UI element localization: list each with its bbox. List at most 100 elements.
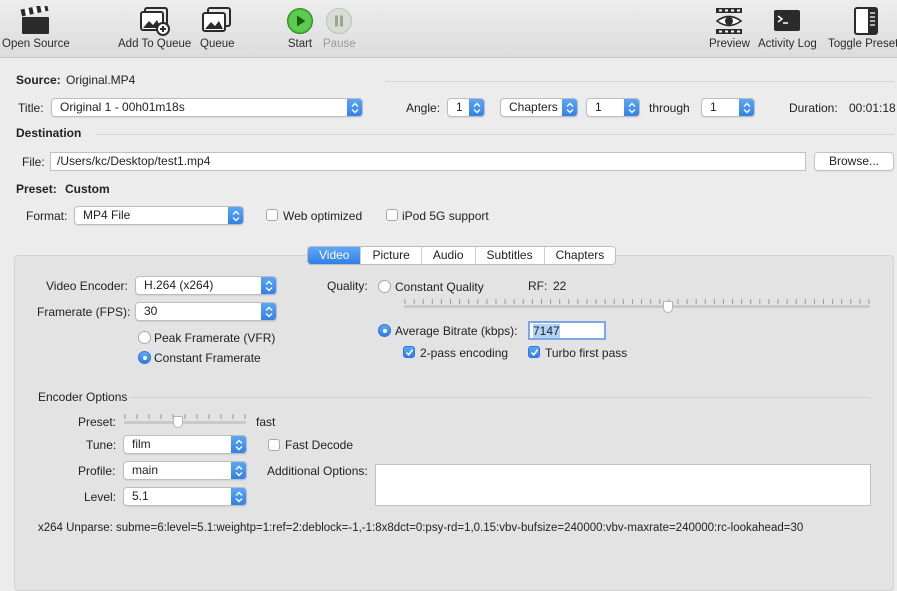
queue-label: Queue	[200, 38, 235, 50]
level-select[interactable]: 5.1	[123, 487, 247, 506]
terminal-icon	[772, 4, 802, 38]
format-label: Format:	[26, 209, 68, 223]
rf-slider[interactable]	[404, 305, 870, 308]
checkmark-icon	[530, 348, 538, 356]
quality-label: Quality:	[327, 279, 368, 293]
clapperboard-icon	[20, 4, 52, 38]
web-optimized-checkbox[interactable]	[266, 209, 278, 221]
toolbar: Open Source Add To Queue Queue Start Pau…	[0, 0, 897, 58]
range-start-select[interactable]: 1	[586, 98, 640, 117]
turbo-first-pass-checkbox[interactable]	[528, 346, 540, 358]
constant-framerate-label: Constant Framerate	[154, 351, 261, 365]
ipod-checkbox[interactable]	[386, 209, 398, 221]
additional-options-field[interactable]	[375, 464, 871, 506]
rf-slider-ticks	[404, 299, 870, 304]
constant-framerate-radio[interactable]	[138, 351, 151, 364]
destination-heading: Destination	[16, 126, 82, 140]
updown-arrows-icon	[624, 99, 639, 116]
duration-value: 00:01:18	[849, 101, 896, 115]
bitrate-value: 7147	[533, 324, 560, 338]
queue-button[interactable]: Queue	[200, 4, 235, 50]
rf-label: RF:	[528, 279, 548, 293]
encoder-preset-slider[interactable]	[124, 421, 246, 424]
file-path-field[interactable]: /Users/kc/Desktop/test1.mp4	[50, 152, 806, 171]
additional-options-label: Additional Options:	[267, 464, 368, 478]
add-to-queue-button[interactable]: Add To Queue	[118, 4, 191, 50]
range-mode-select[interactable]: Chapters	[500, 98, 578, 117]
preset-label: Preset:	[16, 182, 57, 196]
constant-quality-label: Constant Quality	[395, 280, 484, 294]
tab-chapters[interactable]: Chapters	[545, 247, 616, 264]
updown-arrows-icon	[469, 99, 484, 116]
encoder-options-heading: Encoder Options	[38, 390, 128, 404]
average-bitrate-radio[interactable]	[378, 324, 391, 337]
add-photo-icon	[138, 4, 172, 38]
source-label: Source:	[16, 73, 61, 87]
video-encoder-label: Video Encoder:	[46, 279, 128, 293]
preview-button[interactable]: Preview	[709, 4, 750, 50]
fast-decode-label: Fast Decode	[285, 438, 354, 452]
rf-value: 22	[553, 279, 567, 293]
activity-log-button[interactable]: Activity Log	[758, 4, 817, 50]
tab-subtitles[interactable]: Subtitles	[476, 247, 545, 264]
photos-stack-icon	[200, 4, 234, 38]
add-to-queue-label: Add To Queue	[118, 38, 192, 50]
source-separator	[385, 81, 895, 82]
play-icon	[286, 4, 314, 38]
profile-select[interactable]: main	[123, 461, 247, 480]
format-select-value: MP4 File	[83, 208, 131, 222]
tab-picture[interactable]: Picture	[361, 247, 422, 264]
main-content: Source: Original.MP4 Title: Original 1 -…	[0, 59, 897, 591]
through-label: through	[649, 101, 690, 115]
rf-slider-knob[interactable]	[663, 301, 673, 313]
bitrate-field[interactable]: 7147	[528, 321, 606, 340]
open-source-button[interactable]: Open Source	[2, 4, 70, 50]
angle-select[interactable]: 1	[447, 98, 485, 117]
average-bitrate-label: Average Bitrate (kbps):	[395, 324, 518, 338]
preset-value: Custom	[65, 182, 110, 196]
updown-arrows-icon	[231, 462, 246, 479]
start-button[interactable]: Start	[286, 4, 314, 50]
title-select[interactable]: Original 1 - 00h01m18s	[51, 98, 363, 117]
pause-button[interactable]: Pause	[323, 4, 356, 50]
updown-arrows-icon	[261, 303, 276, 320]
range-end-select[interactable]: 1	[701, 98, 755, 117]
framerate-label: Framerate (FPS):	[37, 305, 131, 319]
profile-value: main	[132, 463, 159, 477]
pause-label: Pause	[323, 38, 356, 50]
title-label: Title:	[18, 101, 44, 115]
activity-log-label: Activity Log	[758, 38, 817, 50]
profile-label: Profile:	[78, 464, 116, 478]
pause-icon	[325, 4, 353, 38]
level-label: Level:	[84, 490, 117, 504]
toggle-presets-button[interactable]: Toggle Presets	[828, 4, 897, 50]
peak-framerate-radio[interactable]	[138, 331, 151, 344]
browse-button[interactable]: Browse...	[814, 152, 894, 171]
framerate-select[interactable]: 30	[135, 302, 277, 321]
range-mode-value: Chapters	[509, 100, 558, 114]
file-label: File:	[22, 155, 45, 169]
peak-framerate-label: Peak Framerate (VFR)	[154, 331, 276, 345]
constant-quality-radio[interactable]	[378, 280, 391, 293]
video-encoder-select[interactable]: H.264 (x264)	[135, 276, 277, 295]
source-value: Original.MP4	[66, 73, 136, 87]
preview-label: Preview	[709, 38, 750, 50]
tune-label: Tune:	[86, 438, 117, 452]
updown-arrows-icon	[347, 99, 362, 116]
format-select[interactable]: MP4 File	[74, 206, 244, 225]
angle-select-value: 1	[456, 100, 463, 114]
fast-decode-checkbox[interactable]	[268, 439, 280, 451]
updown-arrows-icon	[231, 436, 246, 453]
encoder-preset-knob[interactable]	[173, 416, 183, 428]
updown-arrows-icon	[228, 207, 243, 224]
framerate-value: 30	[144, 304, 158, 318]
tab-video[interactable]: Video	[308, 247, 362, 264]
encoder-preset-label: Preset:	[78, 415, 117, 429]
tab-audio[interactable]: Audio	[422, 247, 476, 264]
two-pass-checkbox[interactable]	[403, 346, 415, 358]
toggle-presets-label: Toggle Presets	[828, 38, 897, 50]
angle-label: Angle:	[406, 101, 441, 115]
encoder-preset-ticks	[124, 414, 246, 419]
tune-select[interactable]: film	[123, 435, 247, 454]
duration-label: Duration:	[789, 101, 838, 115]
